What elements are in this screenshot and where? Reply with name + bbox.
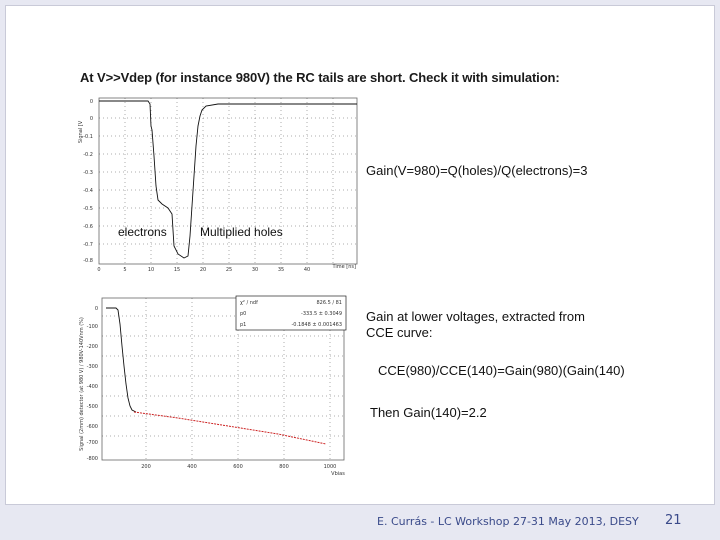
x-tick: 1000 [324,464,337,470]
y-tick: -400 [87,384,98,390]
fit-row-value: 826.5 / 81 [316,300,342,306]
y-tick-labels: 0 0 -0.1 -0.2 -0.3 -0.4 -0.5 -0.6 -0.7 -… [83,99,93,264]
fit-row-name: χ² / ndf [240,300,258,306]
cce-equation: CCE(980)/CCE(140)=Gain(980)(Gain(140) [378,363,625,378]
x-tick: 20 [200,267,206,273]
footer: E. Currás - LC Workshop 27-31 May 2013, … [377,515,639,528]
x-axis-label: Time [ns] [331,264,356,270]
y-tick: -0.6 [83,224,93,230]
x-tick: 600 [233,464,243,470]
y-tick: -200 [87,344,98,350]
x-axis-label-bottom: Vbias [331,471,345,477]
x-tick-labels: 0 5 10 15 20 25 30 35 40 [97,267,310,273]
fit-stats-box: χ² / ndf 826.5 / 81 p0 -333.5 ± 0.3049 p… [235,295,347,331]
y-tick: -0.4 [83,188,93,194]
gain-140-text: Then Gain(140)=2.2 [370,405,487,420]
x-tick: 15 [174,267,180,273]
fit-row-value: -0.1848 ± 0.001463 [291,322,342,328]
x-tick: 30 [252,267,258,273]
lower-voltage-line2: CCE curve: [366,325,433,340]
x-tick: 200 [141,464,151,470]
y-tick: -0.2 [83,152,93,158]
x-tick: 800 [279,464,289,470]
plot-frame [98,97,358,265]
fit-row-name: p1 [240,322,246,328]
y-tick: -300 [87,364,98,370]
signal-time-plot: 0 0 -0.1 -0.2 -0.3 -0.4 -0.5 -0.6 -0.7 -… [78,96,363,274]
x-tick: 5 [123,267,126,273]
y-tick: -800 [87,456,98,462]
y-tick: -0.5 [83,206,93,212]
y-tick: -0.7 [83,242,93,248]
slide-heading: At V>>Vdep (for instance 980V) the RC ta… [80,70,560,85]
fit-row-value: -333.5 ± 0.3049 [301,311,342,317]
y-tick: -0.1 [83,134,93,140]
y-tick: 0 [90,99,93,105]
x-tick: 40 [304,267,310,273]
fit-row-name: p0 [240,311,246,317]
y-tick: 0 [90,116,93,122]
x-tick: 25 [226,267,232,273]
lower-voltage-line1: Gain at lower voltages, extracted from [366,309,585,324]
y-tick: -600 [87,424,98,430]
y-tick: 0 [95,306,98,312]
x-tick: 400 [187,464,197,470]
x-tick: 10 [148,267,154,273]
y-axis-label: Signal [V [78,120,84,143]
gain-980-text: Gain(V=980)=Q(holes)/Q(electrons)=3 [366,163,588,178]
x-tick: 0 [97,267,100,273]
x-tick: 35 [278,267,284,273]
holes-label: Multiplied holes [200,225,283,239]
page-number: 21 [665,513,682,528]
signal-bias-plot: 0 -100 -200 -300 -400 -500 -600 -700 -80… [78,294,350,478]
y-tick: -500 [87,404,98,410]
y-tick: -0.3 [83,170,93,176]
signal-bias-svg: 0 -100 -200 -300 -400 -500 -600 -700 -80… [79,295,347,477]
electrons-label: electrons [118,225,167,239]
y-tick: -100 [87,324,98,330]
y-tick-labels-bottom: 0 -100 -200 -300 -400 -500 -600 -700 -80… [87,306,98,462]
x-tick-labels-bottom: 200 400 600 800 1000 [141,464,336,470]
y-tick: -0.8 [83,258,93,264]
signal-time-svg: 0 0 -0.1 -0.2 -0.3 -0.4 -0.5 -0.6 -0.7 -… [78,97,358,273]
y-tick: -700 [87,440,98,446]
y-axis-label-bottom: Signal (2mm) detector (at 980 V) / 980V-… [79,317,85,451]
